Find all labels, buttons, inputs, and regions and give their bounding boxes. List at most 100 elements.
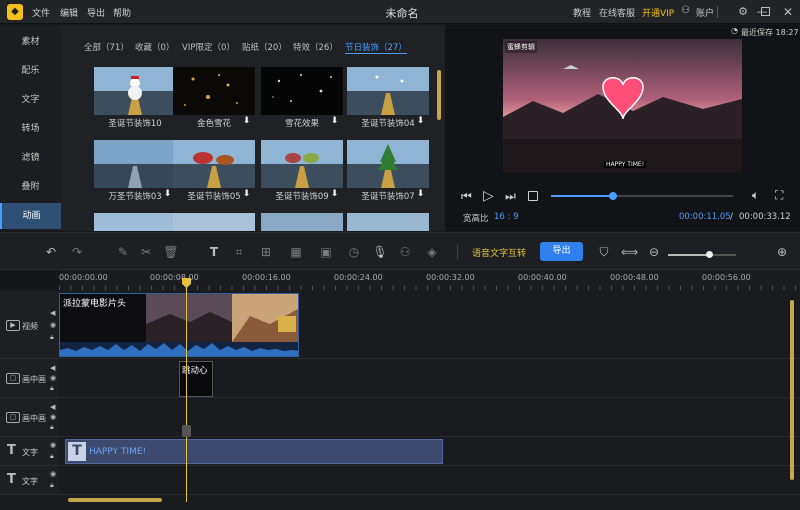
timeline-horizontal-scrollbar[interactable] [68,498,162,502]
asset-thumbnail[interactable] [261,213,343,231]
tab-vip[interactable]: VIP限定（0） [182,41,235,53]
asset-tile[interactable]: ⬇ 万圣节装饰03 [94,140,176,203]
play-icon[interactable]: ▷ [483,188,494,204]
video-clip[interactable]: 派拉蒙电影片头 [59,293,299,357]
duration-icon[interactable]: ◷ [346,244,362,260]
color-fill-icon[interactable]: ◈ [424,244,440,260]
timeline-vertical-scrollbar[interactable] [790,300,794,480]
text-clip[interactable]: T HAPPY TIME! [65,439,443,464]
account-icon[interactable]: ⚇ [681,5,690,16]
mosaic-icon[interactable]: ▦ [288,244,304,260]
close-icon[interactable]: ✕ [780,4,796,20]
maximize-icon-box[interactable] [761,7,770,16]
zoom-slider-knob[interactable] [705,251,713,258]
track-visibility-icon[interactable]: ◉ [50,413,56,421]
track-pip1[interactable]: 跳动心 [59,359,800,398]
sidebar-item-transition[interactable]: 转场 [0,116,61,142]
track-visibility-icon[interactable]: ◉ [50,374,56,382]
sidebar-item-overlay[interactable]: 叠附 [0,174,61,200]
ruler-tick: 00:00:32.00 [426,273,475,282]
sidebar-item-text[interactable]: 文字 [0,87,61,113]
zoom-clip-icon[interactable]: ⊞ [258,244,274,260]
playhead-line[interactable] [186,280,187,502]
delete-icon[interactable]: 🗑︎ [163,244,179,260]
text-tool-icon[interactable]: T [206,244,222,260]
frame-icon[interactable]: ▣ [318,244,334,260]
track-volume-icon[interactable]: ◀ [50,364,55,372]
sidebar-item-music[interactable]: 配乐 [0,58,61,84]
asset-tile[interactable]: ⬇ 圣诞节装饰05 [173,140,255,203]
sidebar-item-filter[interactable]: 滤镜 [0,145,61,171]
track-visibility-icon[interactable]: ◉ [50,470,56,478]
speech-to-text-button[interactable]: 语音文字互转 [472,246,526,259]
aspect-ratio-value[interactable]: 16 : 9 [494,212,519,222]
menu-export[interactable]: 导出 [87,6,105,19]
track-lock-icon[interactable]: 🔒︎ [50,423,54,432]
menu-file[interactable]: 文件 [32,6,50,19]
support-link[interactable]: 在线客服 [599,6,635,19]
preview-progress-knob[interactable] [608,192,617,200]
sidebar-item-animation[interactable]: 动画 [0,203,61,229]
track-pip2[interactable] [59,398,800,437]
tab-all[interactable]: 全部（71） [84,41,129,53]
asset-tile[interactable]: ⬇ 金色雪花 [173,67,255,130]
asset-tile[interactable]: ⬇ 圣诞节装饰09 [261,140,343,203]
preview-progress-track[interactable] [551,192,733,200]
library-scrollbar[interactable] [437,70,441,120]
stop-icon[interactable] [528,191,538,201]
asset-tile[interactable]: ⬇ 圣诞节装饰07 [347,140,429,203]
asset-tile[interactable]: ⬇ 雪花效果 [261,67,343,130]
redo-icon[interactable]: ↷ [69,244,85,260]
record-icon[interactable]: 🎙︎ [372,244,388,260]
undo-icon[interactable]: ↶ [43,244,59,260]
tab-holiday[interactable]: 节日装饰（27） [345,41,407,54]
track-text1[interactable]: T HAPPY TIME! [59,437,800,466]
zoom-out-icon[interactable]: ⊖ [646,244,662,260]
marker-icon[interactable]: ⛉ [596,244,612,260]
account-link[interactable]: 账户 [696,6,714,19]
next-frame-icon[interactable]: ⏭ [505,189,516,204]
preview-video[interactable]: 蜜蜂剪辑 HAPPY TIME! [503,39,742,173]
fit-timeline-icon[interactable]: ⟺ [621,244,638,260]
tab-stickers[interactable]: 贴纸（20） [242,41,287,53]
asset-tile[interactable]: 圣诞节装饰10 [94,67,176,130]
export-button[interactable]: 导出 [540,242,583,261]
sidebar-item-material[interactable]: 素材 [0,29,61,55]
track-volume-icon[interactable]: ◀ [50,309,55,317]
previous-frame-icon[interactable]: ⏮ [461,189,472,204]
watermark-label: 蜜蜂剪辑 [505,41,537,53]
vip-link[interactable]: 开通VIP [642,6,674,19]
pen-icon[interactable]: ✎ [115,244,131,260]
tts-icon[interactable]: ⚇ [397,244,413,260]
track-visibility-icon[interactable]: ◉ [50,441,56,449]
zoom-slider[interactable] [668,251,736,258]
track-lock-icon[interactable]: 🔒︎ [50,333,54,342]
menu-help[interactable]: 帮助 [113,6,131,19]
track-volume-icon[interactable]: ◀ [50,403,55,411]
track-lock-icon[interactable]: 🔒︎ [50,384,54,393]
asset-thumbnail[interactable] [347,213,429,231]
track-lock-icon[interactable]: 🔒︎ [50,481,54,490]
volume-icon[interactable]: 🔈︎ [752,188,759,203]
tab-favorites[interactable]: 收藏（0） [135,41,174,53]
track-visibility-icon[interactable]: ◉ [50,321,56,329]
pip-clip[interactable]: 跳动心 [179,361,213,397]
titlebar-divider [717,6,718,18]
scissors-icon[interactable]: ✂ [138,244,154,260]
zoom-in-icon[interactable]: ⊕ [774,244,790,260]
asset-thumbnail[interactable] [173,213,255,231]
playhead-grip[interactable] [182,425,191,437]
timeline-ruler[interactable]: 00:00:00.00 00:00:08.00 00:00:16.00 00:0… [59,270,800,291]
track-lock-icon[interactable]: 🔒︎ [50,452,54,461]
tab-effects[interactable]: 特效（26） [293,41,338,53]
asset-tile[interactable]: ⬇ 圣诞节装饰04 [347,67,429,130]
settings-icon[interactable]: ⚙ [735,4,751,20]
menu-edit[interactable]: 编辑 [60,6,78,19]
fullscreen-icon[interactable]: ⛶ [775,188,783,203]
crop-icon[interactable]: ⌗ [231,244,247,260]
track-video[interactable]: 派拉蒙电影片头 [59,291,800,359]
track-text2[interactable] [59,466,800,495]
tutorial-link[interactable]: 教程 [573,6,591,19]
asset-thumbnail[interactable] [94,213,176,231]
asset-label: 圣诞节装饰09 [275,192,329,202]
